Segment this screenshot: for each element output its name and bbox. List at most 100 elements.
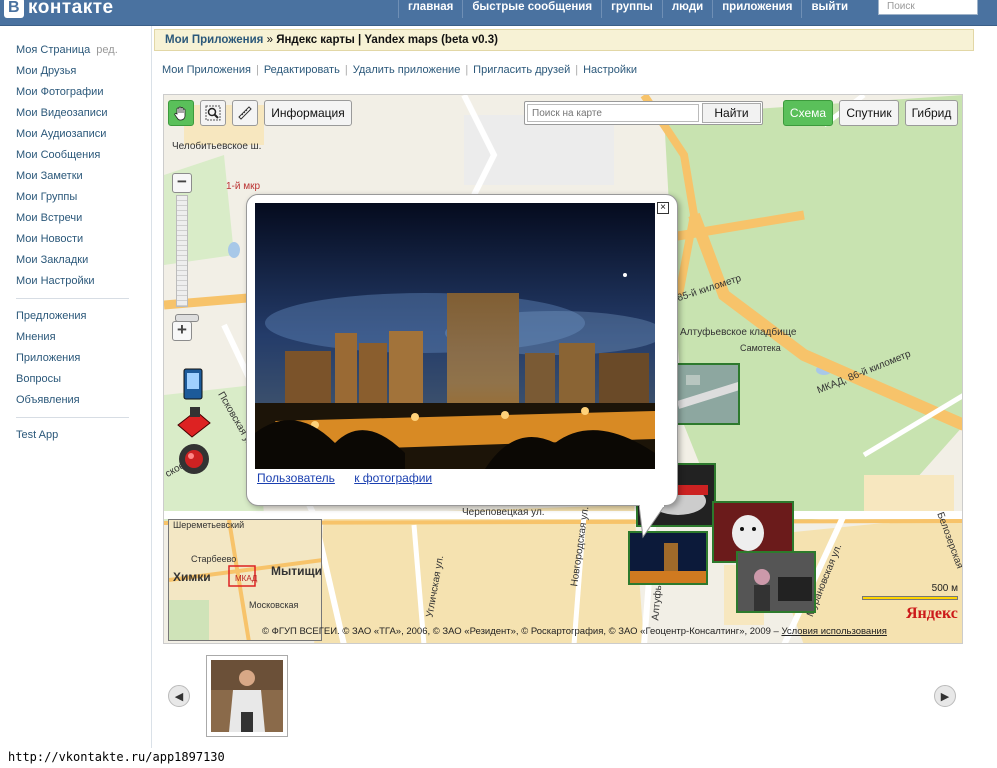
site-header: В контакте главная быстрые сообщения гру… — [0, 0, 997, 26]
breadcrumb-my-apps[interactable]: Мои Приложения — [165, 34, 263, 46]
map-search-input[interactable] — [527, 104, 699, 122]
sidebar-item-photos[interactable]: Мои Фотографии — [16, 82, 146, 103]
sidebar-item-label[interactable]: Моя Страница — [16, 44, 90, 56]
copyright-text: © ФГУП ВСЕГЕИ. © ЗАО «ТГА», 2006, © ЗАО … — [262, 626, 779, 637]
hand-icon — [174, 106, 186, 121]
balloon-close-button[interactable]: × — [657, 202, 669, 214]
sidebar-item-settings[interactable]: Мои Настройки — [16, 271, 146, 292]
overview-minimap[interactable]: Шереметьевский Старбеево Химки Мытищи Мо… — [168, 519, 322, 641]
user-link[interactable]: Пользователь — [257, 471, 335, 485]
minimap-label: Химки — [173, 570, 211, 584]
nav-quick-messages[interactable]: быстрые сообщения — [462, 0, 601, 18]
sidebar-item-messages[interactable]: Мои Сообщения — [16, 145, 146, 166]
minimap-label: МКАД — [235, 574, 258, 583]
scale-label: 500 м — [931, 583, 958, 594]
minimap-label: Мытищи — [271, 564, 322, 578]
app-title: Яндекс карты | Yandex maps (beta v0.3) — [276, 34, 498, 46]
globe-widget-icon — [179, 444, 209, 474]
magnifier-icon — [205, 105, 221, 121]
strip-prev-button[interactable]: ◀ — [168, 685, 190, 707]
sidebar-divider — [16, 298, 129, 299]
street-label: Челобитьевское ш. — [172, 141, 262, 152]
balloon-links: Пользователь к фотографии — [257, 471, 448, 485]
zoom-control: − + — [172, 173, 199, 345]
zoom-in-button[interactable]: + — [172, 321, 192, 341]
nav-home[interactable]: главная — [398, 0, 462, 18]
night-city-photo — [255, 203, 655, 469]
balloon-photo[interactable] — [255, 203, 655, 469]
sidebar-item-groups[interactable]: Мои Группы — [16, 187, 146, 208]
sidebar-item-notes[interactable]: Мои Заметки — [16, 166, 146, 187]
logo-text: контакте — [28, 0, 114, 18]
thumb-image — [630, 533, 706, 583]
nav-logout[interactable]: выйти — [801, 0, 857, 18]
subnav-my-apps[interactable]: Мои Приложения — [162, 64, 251, 80]
sidebar-item-test-app[interactable]: Test App — [16, 425, 146, 446]
sidebar-item-bookmarks[interactable]: Мои Закладки — [16, 250, 146, 271]
subnav-invite-friends[interactable]: Пригласить друзей — [473, 64, 570, 80]
yandex-logo[interactable]: Яндекс — [906, 605, 958, 623]
left-menu: Моя Страница ред. Мои Друзья Мои Фотограф… — [16, 40, 146, 446]
strip-next-button[interactable]: ▶ — [934, 685, 956, 707]
nav-apps[interactable]: приложения — [712, 0, 801, 18]
sidebar-item-events[interactable]: Мои Встречи — [16, 208, 146, 229]
open-photo-link[interactable]: к фотографии — [354, 471, 432, 485]
zoom-out-button[interactable]: − — [172, 173, 192, 193]
edit-link[interactable]: ред. — [96, 44, 117, 56]
sidebar-item-my-page[interactable]: Моя Страница ред. — [16, 40, 146, 61]
photo-balloon: × Пользователь к фотографии — [246, 194, 678, 539]
zoom-select-button[interactable] — [200, 100, 226, 126]
balloon-tail — [639, 505, 666, 539]
map-copyright: © ФГУП ВСЕГЕИ. © ЗАО «ТГА», 2006, © ЗАО … — [262, 626, 887, 637]
vk-logo[interactable]: В контакте — [4, 0, 114, 20]
page-title: Мои Приложения » Яндекс карты | Yandex m… — [154, 29, 974, 51]
terms-link[interactable]: Условия использования — [781, 626, 886, 637]
map-search: Найти — [524, 101, 763, 125]
info-button[interactable]: Информация — [264, 100, 352, 126]
thumb-image — [678, 365, 738, 423]
nav-people[interactable]: люди — [661, 0, 712, 18]
sidebar-item-videos[interactable]: Мои Видеозаписи — [16, 103, 146, 124]
header-search-input[interactable]: Поиск — [878, 0, 978, 15]
strip-photo-thumb[interactable] — [206, 655, 288, 737]
subnav-remove-app[interactable]: Удалить приложение — [353, 64, 461, 80]
subnav-edit[interactable]: Редактировать — [264, 64, 340, 80]
sidebar-item-ads[interactable]: Объявления — [16, 390, 146, 411]
phone-widget-icon — [183, 368, 203, 400]
street-label: Череповецкая ул. — [462, 507, 545, 518]
ruler-button[interactable] — [232, 100, 258, 126]
street-label: Самотека — [740, 343, 781, 353]
sidebar-item-offers[interactable]: Предложения — [16, 306, 146, 327]
minimap-label: Старбеево — [191, 554, 237, 564]
sidebar-item-opinions[interactable]: Мнения — [16, 327, 146, 348]
sidebar-item-applications[interactable]: Приложения — [16, 348, 146, 369]
map-search-button[interactable]: Найти — [702, 103, 761, 123]
nav-groups[interactable]: группы — [601, 0, 662, 18]
person-photo — [211, 660, 283, 732]
zoom-track[interactable] — [175, 195, 199, 322]
hand-tool-button[interactable] — [168, 100, 194, 126]
logo-mark: В — [4, 0, 24, 18]
map-widgets — [177, 368, 211, 474]
scale-bar — [862, 596, 958, 600]
sidebar-item-friends[interactable]: Мои Друзья — [16, 61, 146, 82]
subnav-settings[interactable]: Настройки — [583, 64, 637, 80]
layer-scheme-button[interactable]: Схема — [783, 100, 833, 126]
sidebar-divider — [16, 417, 129, 418]
breadcrumb-arrow: » — [266, 34, 273, 46]
arrow-right-icon: ▶ — [940, 690, 950, 703]
layer-hybrid-button[interactable]: Гибрид — [905, 100, 958, 126]
thumb-image — [738, 553, 814, 611]
photo-marker-highway[interactable] — [676, 363, 740, 425]
browser-status-url: http://vkontakte.ru/app1897130 — [0, 748, 300, 768]
minimap-label: Московская — [249, 600, 299, 610]
sidebar-item-questions[interactable]: Вопросы — [16, 369, 146, 390]
app-subnav: Мои Приложения | Редактировать | Удалить п… — [162, 64, 637, 80]
sidebar-item-news[interactable]: Мои Новости — [16, 229, 146, 250]
top-nav: главная быстрые сообщения группы люди пр… — [398, 0, 857, 18]
scale-indicator: 500 м — [862, 583, 958, 600]
layer-satellite-button[interactable]: Спутник — [839, 100, 899, 126]
sidebar-item-audio[interactable]: Мои Аудиозаписи — [16, 124, 146, 145]
photo-marker-night-city[interactable] — [628, 531, 708, 585]
photo-marker-people[interactable] — [736, 551, 816, 613]
